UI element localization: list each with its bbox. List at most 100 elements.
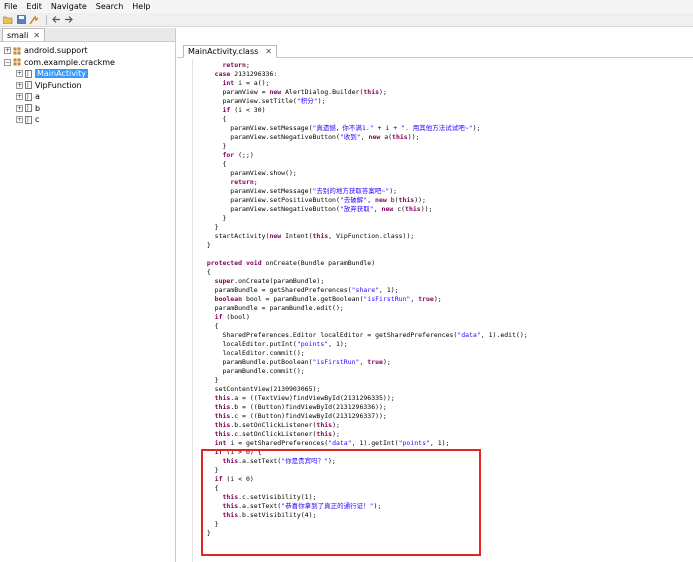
code-line: { [199, 322, 219, 330]
java-class-icon [25, 92, 32, 101]
code-line: protected void onCreate(Bundle paramBund… [206, 259, 376, 267]
code-line: paramBundle = paramBundle.edit(); [199, 304, 344, 312]
code-line: paramView.setPositiveButton("去破解", new b… [199, 196, 426, 204]
code-line: this.c = ((Button)findViewById(213129633… [214, 412, 387, 420]
package-explorer: smali ✕ + android.support − com.example.cra… [0, 28, 176, 562]
tab-mainactivity-class[interactable]: MainActivity.class ✕ [183, 45, 277, 58]
tree-item[interactable]: + android.support [0, 45, 175, 57]
code-line: } [199, 241, 211, 249]
tree-item[interactable]: + MainActivity [0, 68, 175, 80]
close-icon[interactable]: ✕ [33, 31, 40, 40]
code-text: return; case 2131296336: int i = a(); pa… [199, 61, 528, 538]
code-line: if (i < 0) [214, 475, 254, 483]
menu-navigate[interactable]: Navigate [51, 1, 87, 13]
code-line: } [199, 223, 219, 231]
code-line: for (;;) [222, 151, 254, 159]
java-class-icon [25, 104, 32, 113]
java-class-icon [25, 69, 32, 78]
code-line: localEditor.putInt("points", 1); [199, 340, 348, 348]
tree-item-label: b [35, 103, 41, 113]
code-line: if (bool) [214, 313, 250, 321]
code-line: setContentView(2130903065); [199, 385, 321, 393]
code-line: } [199, 529, 211, 537]
save-icon[interactable] [16, 15, 26, 25]
editor-tab-strip: MainActivity.class ✕ [177, 28, 693, 58]
open-icon[interactable] [3, 15, 13, 25]
code-line: localEditor.commit(); [199, 349, 305, 357]
expand-icon[interactable]: + [16, 93, 23, 101]
code-line: this.c.setVisibility(1); [222, 493, 317, 501]
code-line: paramBundle = getSharedPreferences("shar… [199, 286, 399, 294]
menu-edit[interactable]: Edit [26, 1, 42, 13]
code-line: paramBundle.commit(); [199, 367, 305, 375]
java-class-icon [25, 115, 32, 124]
menu-help[interactable]: Help [132, 1, 150, 13]
tree-item[interactable]: +c [0, 114, 175, 126]
code-line: paramView.setTitle("积分"); [199, 97, 326, 105]
code-line: return; [222, 61, 250, 69]
forward-arrow-icon[interactable] [64, 15, 74, 25]
tree-item[interactable]: +a [0, 91, 175, 103]
code-line: paramView.setNegativeButton("收到", new a(… [199, 133, 420, 141]
java-class-icon [25, 81, 32, 90]
code-line: SharedPreferences.Editor localEditor = g… [199, 331, 528, 339]
code-editor[interactable]: return; case 2131296336: int i = a(); pa… [177, 59, 693, 562]
tree-item-label: c [35, 115, 40, 125]
code-line: paramView.show(); [199, 169, 297, 177]
jump-icon[interactable] [29, 14, 39, 25]
code-line: } [199, 214, 227, 222]
code-line: int i = getSharedPreferences("data", 1).… [214, 439, 450, 447]
tree-item-label: VipFunction [35, 80, 82, 90]
code-line: } [199, 376, 219, 384]
code-line: paramView.setMessage("去别的地方获取答案吧~"); [199, 187, 398, 195]
tree-item[interactable]: + VipFunction [0, 80, 175, 92]
toolbar-separator [46, 14, 47, 25]
code-line: startActivity(new Intent(this, VipFuncti… [199, 232, 415, 240]
code-line: { [199, 115, 227, 123]
editor-gutter [177, 59, 193, 562]
code-line: this.b.setVisibility(4); [222, 511, 317, 519]
expand-icon[interactable]: + [16, 116, 23, 124]
code-line: this.b = ((Button)findViewById(213129633… [214, 403, 387, 411]
code-line: paramView.setNegativeButton("放弃获取", new … [199, 205, 433, 213]
menu-search[interactable]: Search [96, 1, 123, 13]
code-line: { [199, 160, 227, 168]
menu-bar: File Edit Navigate Search Help [0, 0, 693, 13]
code-line: { [199, 484, 219, 492]
collapse-icon[interactable]: − [4, 58, 11, 66]
code-line: if (i > 0) { [214, 448, 262, 456]
code-line: this.b.setOnClickListener(this); [214, 421, 340, 429]
package-icon [13, 47, 21, 55]
code-line: { [199, 268, 211, 276]
close-icon[interactable]: ✕ [265, 47, 272, 56]
expand-icon[interactable]: + [16, 104, 23, 112]
code-line: if (i < 30) [222, 106, 266, 114]
code-line: } [199, 520, 219, 528]
code-line: this.a = ((TextView)findViewById(2131296… [214, 394, 395, 402]
expand-icon[interactable]: + [4, 47, 11, 55]
editor-panel: MainActivity.class ✕ return; case 213129… [177, 28, 693, 562]
tab-smali-label: smali [7, 30, 29, 40]
tree-item-label: MainActivity [35, 69, 89, 79]
tree-item[interactable]: +b [0, 103, 175, 115]
code-line: super.onCreate(paramBundle); [214, 277, 325, 285]
code-line: paramView = new AlertDialog.Builder(this… [199, 88, 387, 96]
code-line: case 2131296336: [214, 70, 278, 78]
package-icon [13, 58, 21, 66]
code-line: this.c.setOnClickListener(this); [214, 430, 340, 438]
tree-item-label: com.example.crackme [24, 57, 115, 67]
back-arrow-icon[interactable] [51, 15, 61, 25]
code-line: return; [230, 178, 258, 186]
expand-icon[interactable]: + [16, 81, 23, 89]
toolbar [0, 13, 693, 27]
menu-file[interactable]: File [4, 1, 17, 13]
expand-icon[interactable]: + [16, 70, 23, 78]
tab-smali[interactable]: smali ✕ [2, 28, 46, 41]
code-line: paramBundle.putBoolean("isFirstRun", tru… [199, 358, 391, 366]
code-line: int i = a(); [222, 79, 270, 87]
code-line: } [199, 466, 219, 474]
tree-item-label: android.support [24, 46, 88, 56]
code-line: boolean bool = paramBundle.getBoolean("i… [214, 295, 442, 303]
tree-item[interactable]: − com.example.crackme [0, 57, 175, 69]
